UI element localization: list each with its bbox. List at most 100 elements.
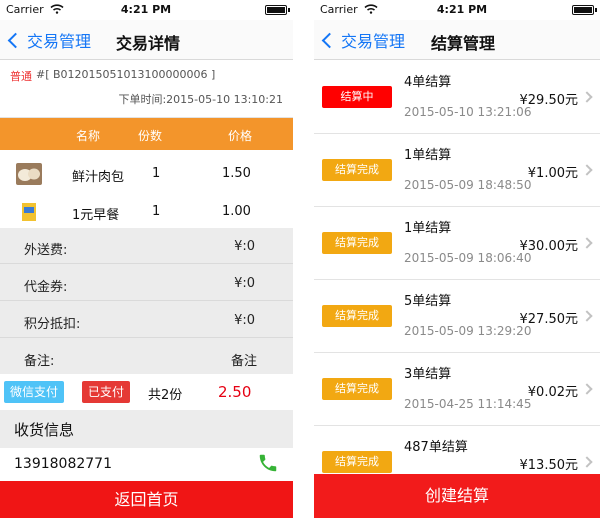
wifi-icon: [50, 4, 64, 14]
item-name: 1元早餐: [72, 208, 120, 223]
chevron-right-icon: [581, 237, 593, 249]
column-qty: 份数: [138, 129, 163, 143]
settlement-amount: ¥29.50元: [519, 93, 579, 108]
battery-icon: [572, 5, 597, 15]
chevron-right-icon: [581, 310, 593, 322]
fee-label: 代金券:: [24, 280, 68, 295]
fee-value: ¥:0: [234, 239, 255, 254]
list-item[interactable]: 结算完成 1单结算 2015-05-09 18:06:40 ¥30.00元: [314, 207, 600, 280]
item-qty: 1: [152, 204, 161, 219]
settlement-status-badge: 结算完成: [322, 305, 392, 327]
settlement-name: 5单结算: [404, 294, 452, 309]
status-bar: Carrier 4:21 PM: [314, 0, 600, 20]
settlement-date: 2015-05-10 13:21:06: [404, 105, 532, 119]
clock: 4:21 PM: [120, 3, 172, 16]
list-item[interactable]: 结算完成 3单结算 2015-04-25 11:14:45 ¥0.02元: [314, 353, 600, 426]
wifi-icon: [364, 4, 378, 14]
battery-icon: [265, 5, 290, 15]
create-settlement-button[interactable]: 创建结算: [314, 474, 600, 518]
chevron-right-icon: [581, 91, 593, 103]
settlement-amount: ¥30.00元: [519, 239, 579, 254]
transaction-detail-screen: Carrier 4:21 PM 交易管理 交易详情 普通 #[ B0120150…: [0, 0, 293, 518]
settlement-amount: ¥1.00元: [527, 166, 578, 181]
settlement-amount: ¥27.50元: [519, 312, 579, 327]
status-bar: Carrier 4:21 PM: [0, 0, 293, 20]
chevron-right-icon: [581, 383, 593, 395]
settlement-name: 1单结算: [404, 148, 452, 163]
back-button[interactable]: 交易管理: [6, 28, 91, 52]
fee-label: 积分抵扣:: [24, 317, 81, 332]
settlement-name: 3单结算: [404, 367, 452, 382]
order-info: 普通 #[ B012015051013100000006 ] 下单时间:2015…: [0, 61, 293, 118]
settlement-list: 结算中 4单结算 2015-05-10 13:21:06 ¥29.50元 结算完…: [314, 61, 600, 474]
settlement-date: 2015-05-09 13:29:20: [404, 324, 532, 338]
shipping-header: 收货信息: [0, 410, 293, 448]
page-title: 结算管理: [431, 34, 496, 53]
chevron-left-icon: [321, 32, 338, 48]
order-number: #[ B012015051013100000006 ]: [36, 68, 216, 81]
list-item[interactable]: 结算完成 1单结算 2015-05-09 18:48:50 ¥1.00元: [314, 134, 600, 207]
chevron-right-icon: [581, 456, 593, 468]
nav-bar: 交易管理 交易详情: [0, 20, 293, 60]
back-home-button[interactable]: 返回首页: [0, 481, 293, 518]
settlement-status-badge: 结算完成: [322, 451, 392, 473]
fee-row-points: 积分抵扣: ¥:0: [0, 302, 293, 338]
items-table-header: 名称 份数 价格: [0, 118, 293, 150]
payment-method-badge: 微信支付: [4, 381, 65, 403]
settlement-name: 487单结算: [404, 440, 468, 455]
order-time: 下单时间:2015-05-10 13:10:21: [118, 93, 283, 106]
breakfast-pack-icon: [22, 203, 36, 221]
chevron-left-icon: [7, 32, 24, 48]
list-item[interactable]: 结算完成 487单结算 ¥13.50元: [314, 426, 600, 474]
settlement-name: 4单结算: [404, 75, 452, 90]
settlement-status-badge: 结算完成: [322, 159, 392, 181]
table-row: 鲜汁肉包 1 1.50: [0, 155, 293, 193]
carrier-label: Carrier: [320, 3, 358, 16]
item-qty: 1: [152, 166, 161, 181]
payment-status-badge: 已支付: [82, 381, 131, 403]
column-name: 名称: [76, 129, 101, 143]
settlement-screen: Carrier 4:21 PM 交易管理 结算管理 结算中 4单结算 2015-…: [314, 0, 600, 518]
fee-value: ¥:0: [234, 313, 255, 328]
order-type: 普通: [10, 70, 32, 83]
clock: 4:21 PM: [436, 3, 488, 16]
fee-value: ¥:0: [234, 276, 255, 291]
phone-row: 13918082771: [0, 448, 293, 481]
item-price: 1.50: [222, 166, 251, 181]
settlement-amount: ¥0.02元: [527, 385, 578, 400]
screens: Carrier 4:21 PM 交易管理 交易详情 普通 #[ B0120150…: [0, 0, 600, 518]
back-button-label: 交易管理: [27, 32, 92, 51]
settlement-amount: ¥13.50元: [519, 458, 579, 473]
settlement-status-badge: 结算完成: [322, 378, 392, 400]
shipping-title: 收货信息: [14, 421, 75, 439]
fee-value: 备注: [230, 354, 257, 369]
bun-food-icon: [16, 163, 42, 185]
fee-row-delivery: 外送费: ¥:0: [0, 228, 293, 264]
fee-label: 备注:: [24, 354, 55, 369]
page-title: 交易详情: [116, 34, 181, 53]
settlement-status-badge: 结算完成: [322, 232, 392, 254]
settlement-status-badge: 结算中: [322, 86, 392, 108]
list-item[interactable]: 结算完成 5单结算 2015-05-09 13:29:20 ¥27.50元: [314, 280, 600, 353]
item-price: 1.00: [222, 204, 251, 219]
total-amount: 2.50: [218, 383, 252, 401]
table-row: 1元早餐 1 1.00: [0, 193, 293, 231]
fee-label: 外送费:: [24, 243, 68, 258]
fee-row-voucher: 代金券: ¥:0: [0, 265, 293, 301]
total-count: 共2份: [148, 388, 183, 403]
settlement-date: 2015-05-09 18:48:50: [404, 178, 532, 192]
fee-summary: 外送费: ¥:0 代金券: ¥:0 积分抵扣: ¥:0 备注: 备注: [0, 228, 293, 374]
phone-icon[interactable]: [257, 452, 279, 474]
back-button[interactable]: 交易管理: [320, 28, 405, 52]
column-price: 价格: [228, 129, 253, 143]
phone-number: 13918082771: [14, 456, 112, 472]
back-button-label: 交易管理: [341, 32, 406, 51]
fee-row-remark: 备注: 备注: [0, 339, 293, 375]
settlement-date: 2015-05-09 18:06:40: [404, 251, 532, 265]
item-name: 鲜汁肉包: [72, 170, 125, 185]
nav-bar: 交易管理 结算管理: [314, 20, 600, 60]
payment-bar: 微信支付 已支付 共2份 2.50: [0, 374, 293, 410]
settlement-date: 2015-04-25 11:14:45: [404, 397, 532, 411]
list-item[interactable]: 结算中 4单结算 2015-05-10 13:21:06 ¥29.50元: [314, 61, 600, 134]
carrier-label: Carrier: [6, 3, 44, 16]
